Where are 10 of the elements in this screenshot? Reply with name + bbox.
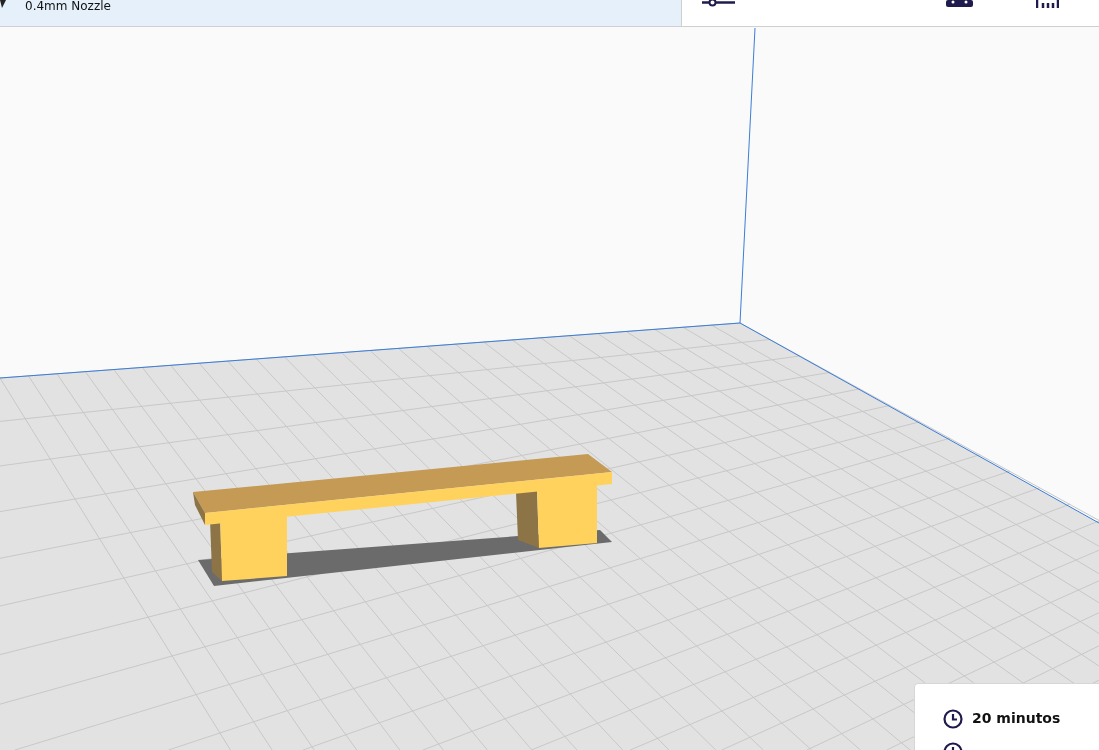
chevron-icon [0, 0, 6, 8]
printer-bar[interactable]: 0.4mm Nozzle [0, 0, 681, 27]
print-settings-bar[interactable] [681, 0, 1099, 27]
settings-slider-icon [702, 0, 735, 7]
adhesion-icon [1036, 0, 1059, 8]
support-icon [946, 0, 973, 7]
nozzle-label: 0.4mm Nozzle [24, 0, 111, 12]
model-drawing[interactable] [193, 454, 612, 581]
clock-icon [943, 708, 963, 729]
print-time: 20 minutos [972, 709, 1061, 728]
